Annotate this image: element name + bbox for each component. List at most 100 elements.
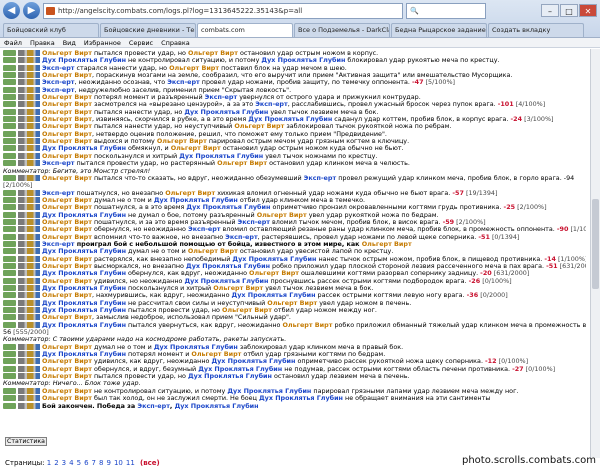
fighter-name[interactable]: Эксп-ерт xyxy=(42,160,75,167)
minimize-icon[interactable]: – xyxy=(541,4,559,17)
fighter-name[interactable]: Ольгерт Вирт xyxy=(169,65,219,72)
fighter-name[interactable]: Ольгерт Вирт xyxy=(234,123,284,130)
vertical-scrollbar[interactable] xyxy=(590,49,600,458)
fighter-name[interactable]: Дух Проклятья Глубин xyxy=(42,212,126,219)
menu-item[interactable]: Справка xyxy=(161,38,190,47)
fighter-name[interactable]: Ольгерт Вирт xyxy=(42,256,92,263)
close-icon[interactable]: ✕ xyxy=(579,4,597,17)
statistics-button[interactable]: Статистика xyxy=(5,437,47,446)
fighter-name[interactable]: Ольгерт Вирт xyxy=(42,366,92,373)
fighter-name[interactable]: Дух Проклятья Глубин xyxy=(248,116,332,123)
fighter-name[interactable]: Дух Проклятья Глубин xyxy=(184,109,268,116)
fighter-name[interactable]: Ольгерт Вирт xyxy=(157,138,207,145)
page-link[interactable]: 11 xyxy=(126,459,135,467)
page-link[interactable]: 1 xyxy=(47,459,51,467)
fighter-name[interactable]: Ольгерт Вирт xyxy=(42,72,92,79)
browser-tab[interactable]: Все о Подземелья - DarkClan... xyxy=(294,23,390,37)
page-link[interactable]: 3 xyxy=(62,459,66,467)
menu-item[interactable]: Сервис xyxy=(129,38,153,47)
fighter-name[interactable]: Ольгерт Вирт xyxy=(188,248,238,255)
fighter-name[interactable]: Ольгерт Вирт xyxy=(217,160,267,167)
fighter-name[interactable]: Дух Проклятья Глубин xyxy=(154,197,238,204)
fighter-name[interactable]: Ольгерт Вирт xyxy=(42,197,92,204)
fighter-name[interactable]: Эксп-ерт xyxy=(188,226,221,233)
fighter-name[interactable]: Ольгерт Вирт xyxy=(42,234,92,241)
fighter-name[interactable]: Дух Проклятья Глубин xyxy=(259,395,343,402)
browser-tab[interactable]: Бойцовский клуб xyxy=(3,23,99,37)
fighter-name[interactable]: Дух Проклятья Глубин xyxy=(42,270,126,277)
fighter-name[interactable]: Дух Проклятья Глубин xyxy=(184,278,268,285)
fighter-name[interactable]: Ольгерт Вирт xyxy=(165,190,215,197)
fighter-name[interactable]: Дух Проклятья Глубин xyxy=(42,145,126,152)
fighter-name[interactable]: Эксп-ерт xyxy=(205,94,238,101)
fighter-name[interactable]: Дух Проклятья Глубин xyxy=(42,57,126,64)
fighter-name[interactable]: Ольгерт Вирт xyxy=(282,322,332,329)
fighter-name[interactable]: Ольгерт Вирт xyxy=(42,263,92,270)
menu-item[interactable]: Файл xyxy=(4,38,22,47)
fighter-name[interactable]: Ольгерт Вирт xyxy=(42,116,92,123)
fighter-name[interactable]: Дух Проклятья Глубин xyxy=(232,292,316,299)
fighter-name[interactable]: Дух Проклятья Глубин xyxy=(261,57,345,64)
fighter-name[interactable]: Эксп-ерт xyxy=(238,219,271,226)
browser-tab[interactable]: Создать вкладку xyxy=(488,23,584,37)
fighter-name[interactable]: Ольгерт Вирт xyxy=(42,344,92,351)
fighter-name[interactable]: Ольгерт Вирт xyxy=(42,138,92,145)
fighter-name[interactable]: Дух Проклятья Глубин xyxy=(42,300,126,307)
fighter-name[interactable]: Дух Проклятья Глубин xyxy=(42,285,126,292)
browser-tab[interactable]: combats.com xyxy=(197,23,293,37)
fighter-name[interactable]: Дух Проклятья Глубин xyxy=(154,344,238,351)
fighter-name[interactable]: Ольгерт Вирт xyxy=(42,395,92,402)
scrollbar-thumb[interactable] xyxy=(592,199,599,289)
page-link[interactable]: 5 xyxy=(77,459,81,467)
fighter-name[interactable]: Ольгерт Вирт xyxy=(42,314,92,321)
fighter-name[interactable]: Ольгерт Вирт xyxy=(42,388,92,395)
menu-item[interactable]: Правка xyxy=(30,38,55,47)
browser-tab[interactable]: Бойцовские дневники - Текст... xyxy=(100,23,196,37)
fighter-name[interactable]: Эксп-ерт xyxy=(137,403,170,410)
fighter-name[interactable]: Ольгерт Вирт xyxy=(42,131,92,138)
page-link[interactable]: 10 xyxy=(114,459,123,467)
fighter-name[interactable]: Ольгерт Вирт xyxy=(267,300,317,307)
fighter-name[interactable]: Дух Проклятья Глубин xyxy=(211,358,295,365)
fighter-name[interactable]: Ольгерт Вирт xyxy=(362,241,412,248)
fighter-name[interactable]: Эксп-ерт xyxy=(42,65,75,72)
fighter-name[interactable]: Ольгерт Вирт xyxy=(42,373,92,380)
maximize-icon[interactable]: □ xyxy=(560,4,578,17)
fighter-name[interactable]: Дух Проклятья Глубин xyxy=(186,263,270,270)
fighter-name[interactable]: Эксп-ерт xyxy=(255,101,288,108)
fighter-name[interactable]: Дух Проклятья Глубин xyxy=(198,366,282,373)
address-bar[interactable]: http://angelscity.combats.com/logs.pl?lo… xyxy=(43,2,403,19)
browser-tab[interactable]: Бедна Рыцарское задание - ... xyxy=(391,23,487,37)
fighter-name[interactable]: Эксп-ерт xyxy=(42,87,75,94)
fighter-name[interactable]: Эксп-ерт xyxy=(167,79,200,86)
fighter-name[interactable]: Ольгерт Вирт xyxy=(42,204,92,211)
fighter-name[interactable]: Ольгерт Вирт xyxy=(42,358,92,365)
fighter-name[interactable]: Дух Проклятья Глубин xyxy=(42,322,126,329)
page-link[interactable]: 8 xyxy=(99,459,103,467)
page-link[interactable]: 9 xyxy=(106,459,110,467)
forward-icon[interactable]: ▶ xyxy=(23,2,40,19)
fighter-name[interactable]: Эксп-ерт xyxy=(42,241,75,248)
fighter-name[interactable]: Ольгерт Вирт xyxy=(188,50,238,57)
page-all-link[interactable]: (все) xyxy=(140,459,160,467)
fighter-name[interactable]: Дух Проклятья Глубин xyxy=(232,256,316,263)
fighter-name[interactable]: Эксп-ерт xyxy=(225,234,258,241)
fighter-name[interactable]: Дух Проклятья Глубин xyxy=(42,351,126,358)
fighter-name[interactable]: Эксп-ерт xyxy=(304,175,337,182)
fighter-name[interactable]: Ольгерт Вирт xyxy=(42,101,92,108)
page-link[interactable]: 4 xyxy=(69,459,73,467)
fighter-name[interactable]: Дух Проклятья Глубин xyxy=(42,248,126,255)
fighter-name[interactable]: Дух Проклятья Глубин xyxy=(188,373,272,380)
fighter-name[interactable]: Ольгерт Вирт xyxy=(249,270,299,277)
fighter-name[interactable]: Ольгерт Вирт xyxy=(42,292,92,299)
fighter-name[interactable]: Ольгерт Вирт xyxy=(42,123,92,130)
menu-item[interactable]: Вид xyxy=(63,38,76,47)
fighter-name[interactable]: Ольгерт Вирт xyxy=(222,307,272,314)
fighter-name[interactable]: Дух Проклятья Глубин xyxy=(175,403,259,410)
page-link[interactable]: 6 xyxy=(84,459,88,467)
fighter-name[interactable]: Дух Проклятья Глубин xyxy=(179,153,263,160)
fighter-name[interactable]: Ольгерт Вирт xyxy=(42,94,92,101)
fighter-name[interactable]: Ольгерт Вирт xyxy=(42,153,92,160)
page-link[interactable]: 2 xyxy=(54,459,58,467)
search-input[interactable]: 🔍 xyxy=(406,2,486,19)
